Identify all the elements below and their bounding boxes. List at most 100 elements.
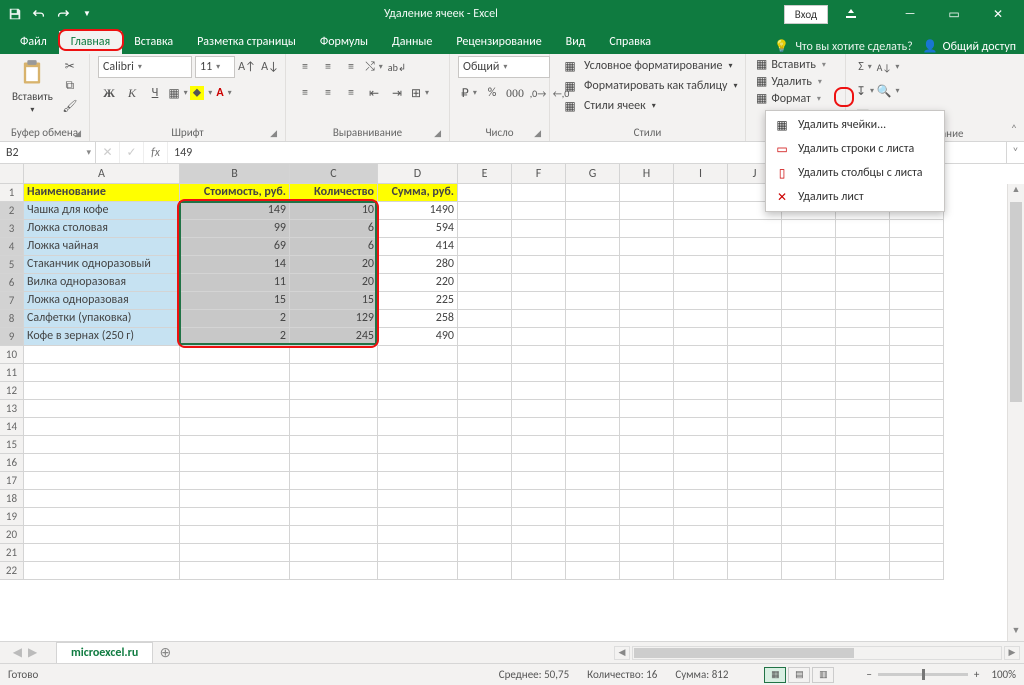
cell[interactable] bbox=[674, 436, 728, 454]
cell[interactable] bbox=[458, 346, 512, 364]
cell[interactable] bbox=[458, 310, 512, 328]
row-header[interactable]: 15 bbox=[0, 436, 24, 454]
format-cells-button[interactable]: ▦Формат▾ bbox=[754, 90, 823, 107]
row-header[interactable]: 4 bbox=[0, 238, 24, 256]
cell[interactable]: 11 bbox=[180, 274, 290, 292]
cell[interactable] bbox=[782, 508, 836, 526]
cell[interactable] bbox=[890, 472, 944, 490]
cell[interactable] bbox=[782, 544, 836, 562]
format-painter-icon[interactable]: 🖌 bbox=[59, 96, 81, 116]
cell[interactable] bbox=[290, 400, 378, 418]
cell[interactable] bbox=[24, 346, 180, 364]
cell[interactable]: 1490 bbox=[378, 202, 458, 220]
cell[interactable] bbox=[836, 382, 890, 400]
cell[interactable] bbox=[378, 454, 458, 472]
cell[interactable] bbox=[782, 256, 836, 274]
cell[interactable] bbox=[728, 562, 782, 580]
percent-icon[interactable]: % bbox=[481, 82, 503, 104]
col-header[interactable]: I bbox=[674, 164, 728, 184]
cell[interactable] bbox=[566, 346, 620, 364]
cell[interactable] bbox=[180, 562, 290, 580]
indent-inc-icon[interactable]: ⇥ bbox=[386, 82, 408, 104]
cell[interactable] bbox=[566, 238, 620, 256]
cell[interactable] bbox=[378, 562, 458, 580]
cell[interactable] bbox=[512, 184, 566, 202]
cell[interactable] bbox=[890, 220, 944, 238]
cell[interactable] bbox=[782, 274, 836, 292]
cell[interactable] bbox=[458, 508, 512, 526]
cell[interactable] bbox=[512, 274, 566, 292]
delete-cols-menuitem[interactable]: ▯Удалить столбцы с листа bbox=[766, 161, 944, 185]
cell[interactable] bbox=[378, 436, 458, 454]
tab-формулы[interactable]: Формулы bbox=[308, 31, 380, 54]
cell-styles-button[interactable]: ▦Стили ячеек▾ bbox=[558, 96, 660, 116]
cell[interactable] bbox=[566, 274, 620, 292]
shrink-font-icon[interactable]: A↓ bbox=[259, 56, 281, 78]
row-header[interactable]: 19 bbox=[0, 508, 24, 526]
cell[interactable] bbox=[836, 562, 890, 580]
cell[interactable] bbox=[458, 436, 512, 454]
cell[interactable] bbox=[24, 526, 180, 544]
cell[interactable] bbox=[620, 346, 674, 364]
cell[interactable] bbox=[458, 472, 512, 490]
fill-color-icon[interactable]: ⬥ bbox=[190, 82, 212, 104]
cell[interactable]: Количество bbox=[290, 184, 378, 202]
cell[interactable] bbox=[674, 220, 728, 238]
cell[interactable] bbox=[512, 382, 566, 400]
col-header[interactable]: H bbox=[620, 164, 674, 184]
italic-icon[interactable]: К bbox=[121, 82, 143, 104]
col-header[interactable]: F bbox=[512, 164, 566, 184]
cell[interactable] bbox=[674, 328, 728, 346]
cell[interactable] bbox=[566, 202, 620, 220]
cell[interactable] bbox=[378, 382, 458, 400]
cell[interactable]: Сумма, руб. bbox=[378, 184, 458, 202]
collapse-ribbon-icon[interactable]: ˄ bbox=[1004, 54, 1024, 141]
cell[interactable] bbox=[728, 346, 782, 364]
cell[interactable] bbox=[378, 418, 458, 436]
indent-dec-icon[interactable]: ⇤ bbox=[363, 82, 385, 104]
share-button[interactable]: 👤 Общий доступ bbox=[923, 39, 1016, 54]
fx-icon[interactable]: fx bbox=[144, 142, 168, 163]
cell[interactable] bbox=[566, 454, 620, 472]
cell[interactable] bbox=[566, 508, 620, 526]
cell[interactable] bbox=[512, 256, 566, 274]
cell[interactable] bbox=[674, 292, 728, 310]
cell[interactable]: Стоимость, руб. bbox=[180, 184, 290, 202]
cell[interactable]: 149 bbox=[180, 202, 290, 220]
cell[interactable]: 2 bbox=[180, 328, 290, 346]
align-middle-icon[interactable]: ≡ bbox=[317, 56, 339, 78]
undo-icon[interactable] bbox=[28, 3, 50, 25]
cell[interactable] bbox=[24, 454, 180, 472]
cell[interactable] bbox=[24, 382, 180, 400]
cell[interactable] bbox=[728, 490, 782, 508]
cell[interactable]: 258 bbox=[378, 310, 458, 328]
cell[interactable]: 245 bbox=[290, 328, 378, 346]
cell[interactable]: 414 bbox=[378, 238, 458, 256]
qat-customize-icon[interactable]: ▼ bbox=[76, 3, 98, 25]
cell[interactable] bbox=[620, 274, 674, 292]
cell[interactable] bbox=[458, 418, 512, 436]
cell[interactable]: Кофе в зернах (250 г) bbox=[24, 328, 180, 346]
inc-decimal-icon[interactable]: ,0→ bbox=[527, 82, 549, 104]
cell[interactable] bbox=[290, 526, 378, 544]
cell[interactable] bbox=[728, 256, 782, 274]
cell[interactable] bbox=[378, 526, 458, 544]
normal-view-icon[interactable]: ▦ bbox=[764, 667, 786, 683]
cell[interactable] bbox=[566, 562, 620, 580]
cell[interactable] bbox=[890, 454, 944, 472]
cell[interactable] bbox=[290, 508, 378, 526]
vertical-scrollbar[interactable]: ▲ ▼ bbox=[1007, 184, 1024, 641]
cell[interactable] bbox=[290, 364, 378, 382]
cell[interactable] bbox=[890, 256, 944, 274]
align-center-icon[interactable]: ≡ bbox=[317, 82, 339, 104]
cell[interactable] bbox=[782, 382, 836, 400]
cell[interactable] bbox=[566, 472, 620, 490]
cell[interactable] bbox=[836, 256, 890, 274]
cell[interactable] bbox=[836, 436, 890, 454]
cell[interactable] bbox=[458, 220, 512, 238]
cell[interactable] bbox=[890, 364, 944, 382]
cell[interactable]: 594 bbox=[378, 220, 458, 238]
cell[interactable] bbox=[674, 454, 728, 472]
fill-icon[interactable]: ↧ bbox=[854, 80, 876, 102]
cell[interactable] bbox=[378, 364, 458, 382]
